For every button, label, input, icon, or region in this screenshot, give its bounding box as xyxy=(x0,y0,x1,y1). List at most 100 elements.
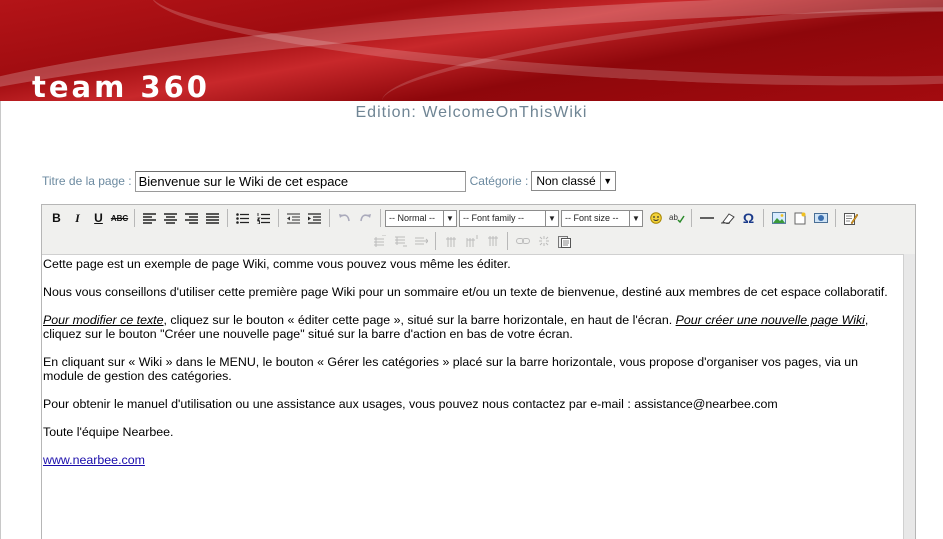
align-right-icon xyxy=(185,212,198,224)
edit-source-icon xyxy=(843,212,858,225)
title-label: Titre de la page : xyxy=(42,174,132,188)
new-page-button[interactable] xyxy=(789,208,810,228)
align-left-button[interactable] xyxy=(139,208,160,228)
table-insert-col-after-button[interactable] xyxy=(461,231,482,251)
font-size-select[interactable]: -- Font size -- ▼ xyxy=(561,209,643,227)
chevron-down-icon: ▼ xyxy=(443,210,456,226)
category-select[interactable]: Non classé ▼ xyxy=(531,171,616,191)
toolbar-row-1: B I U ABC -- Normal -- ▼ -- Font family … xyxy=(46,207,861,229)
numbered-list-icon xyxy=(257,212,270,224)
toolbar-separator xyxy=(329,209,330,227)
redo-button[interactable] xyxy=(355,208,376,228)
chevron-down-icon: ▼ xyxy=(545,210,558,226)
align-justify-button[interactable] xyxy=(202,208,223,228)
eraser-icon xyxy=(720,213,735,224)
redo-icon xyxy=(360,214,371,222)
align-center-button[interactable] xyxy=(160,208,181,228)
content-paragraph: Pour obtenir le manuel d'utilisation ou … xyxy=(43,397,778,411)
table-row-after-icon xyxy=(394,236,407,247)
table-insert-row-before-button[interactable] xyxy=(368,231,389,251)
header-banner: team 360 xyxy=(0,0,943,101)
undo-button[interactable] xyxy=(334,208,355,228)
page-title-input[interactable] xyxy=(134,170,466,192)
editor-content[interactable]: Cette page est un exemple de page Wiki, … xyxy=(42,254,903,539)
font-size-select-value: -- Font size -- xyxy=(565,213,619,223)
toolbar-separator xyxy=(835,209,836,227)
italic-button[interactable]: I xyxy=(67,208,88,228)
nearbee-website-link[interactable]: www.nearbee.com xyxy=(43,453,145,467)
numbered-list-button[interactable] xyxy=(253,208,274,228)
horizontal-rule-icon xyxy=(699,217,714,219)
brand-logo-text: team 360 xyxy=(32,70,210,101)
strikethrough-button[interactable]: ABC xyxy=(109,208,130,228)
page-meta-form: Titre de la page : Catégorie : Non class… xyxy=(42,170,616,192)
format-select[interactable]: -- Normal -- ▼ xyxy=(385,209,457,227)
font-family-select-value: -- Font family -- xyxy=(463,213,525,223)
bullet-list-icon xyxy=(236,212,249,224)
toolbar-separator xyxy=(278,209,279,227)
align-center-icon xyxy=(164,212,177,224)
content-paragraph: En cliquant sur « Wiki » dans le MENU, l… xyxy=(43,355,859,383)
toolbar-separator xyxy=(435,232,436,250)
toolbar-row-2 xyxy=(368,230,575,252)
font-family-select[interactable]: -- Font family -- ▼ xyxy=(459,209,559,227)
table-col-before-icon xyxy=(445,237,456,247)
table-delete-col-icon xyxy=(487,236,498,246)
unlink-icon xyxy=(538,236,549,246)
paste-word-button[interactable] xyxy=(554,231,575,251)
toolbar-separator xyxy=(227,209,228,227)
align-right-button[interactable] xyxy=(181,208,202,228)
table-delete-row-icon xyxy=(414,237,428,245)
new-page-icon xyxy=(794,212,805,224)
smiley-icon xyxy=(649,212,662,224)
remove-format-button[interactable] xyxy=(717,208,738,228)
wysiwyg-editor: B I U ABC -- Normal -- ▼ -- Font family … xyxy=(41,204,916,539)
spellcheck-button[interactable]: ab xyxy=(666,208,687,228)
chevron-down-icon: ▼ xyxy=(629,210,642,226)
align-left-icon xyxy=(143,212,156,224)
table-col-after-icon xyxy=(466,235,477,247)
indent-icon xyxy=(308,212,321,224)
unlink-button[interactable] xyxy=(533,231,554,251)
bullet-list-button[interactable] xyxy=(232,208,253,228)
paste-icon xyxy=(558,235,571,248)
spellcheck-icon: ab xyxy=(669,213,685,224)
content-paragraph: www.nearbee.com xyxy=(43,453,902,467)
editor-toolbar: B I U ABC -- Normal -- ▼ -- Font family … xyxy=(42,205,915,253)
special-char-button[interactable]: Ω xyxy=(738,208,759,228)
toolbar-separator xyxy=(763,209,764,227)
underline-button[interactable]: U xyxy=(88,208,109,228)
link-icon xyxy=(515,238,530,244)
table-delete-col-button[interactable] xyxy=(482,231,503,251)
svg-text:ab: ab xyxy=(669,213,678,222)
category-select-value: Non classé xyxy=(536,174,596,188)
outdent-icon xyxy=(287,212,300,224)
bold-button[interactable]: B xyxy=(46,208,67,228)
insert-image-button[interactable] xyxy=(768,208,789,228)
content-paragraph: Pour modifier ce texte, cliquez sur le b… xyxy=(43,313,902,341)
editor-scrollbar[interactable] xyxy=(903,254,915,539)
frame-border xyxy=(0,101,1,539)
table-delete-row-button[interactable] xyxy=(410,231,431,251)
content-text: , cliquez sur le bouton « éditer cette p… xyxy=(163,313,676,327)
toolbar-separator xyxy=(380,209,381,227)
image-icon xyxy=(771,212,786,224)
table-insert-col-before-button[interactable] xyxy=(440,231,461,251)
page: team 360 Edition: WelcomeOnThisWiki Titr… xyxy=(0,0,943,539)
outdent-button[interactable] xyxy=(283,208,304,228)
content-paragraph: Toute l'équipe Nearbee. xyxy=(43,425,174,439)
emoticon-button[interactable] xyxy=(645,208,666,228)
table-insert-row-after-button[interactable] xyxy=(389,231,410,251)
link-button[interactable] xyxy=(512,231,533,251)
content-paragraph: Cette page est un exemple de page Wiki, … xyxy=(43,257,511,271)
toolbar-separator xyxy=(134,209,135,227)
insert-media-button[interactable] xyxy=(810,208,831,228)
horizontal-rule-button[interactable] xyxy=(696,208,717,228)
create-page-instruction-link: Pour créer une nouvelle page Wiki xyxy=(675,313,865,327)
table-row-before-icon xyxy=(373,235,386,247)
indent-button[interactable] xyxy=(304,208,325,228)
category-label: Catégorie : xyxy=(469,174,529,188)
source-edit-button[interactable] xyxy=(840,208,861,228)
align-justify-icon xyxy=(206,212,219,224)
edit-instruction-link: Pour modifier ce texte xyxy=(43,313,164,327)
